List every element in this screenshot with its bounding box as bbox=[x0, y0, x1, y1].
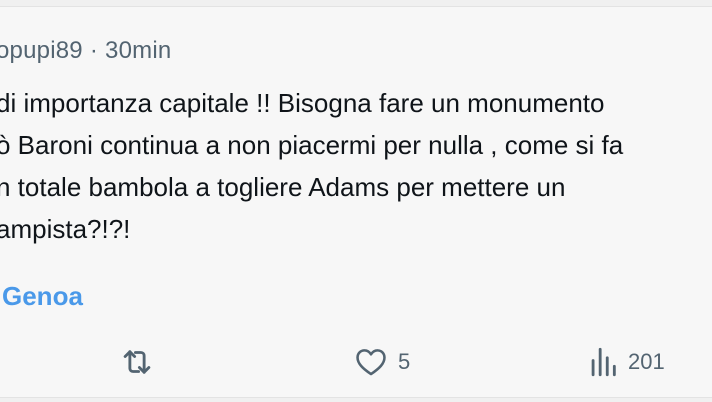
tweet-timestamp[interactable]: 30min bbox=[105, 37, 171, 64]
tweet-card[interactable]: opupi89 · 30min di importanza capitale !! … bbox=[0, 6, 712, 398]
hashtag-link[interactable]: Genoa bbox=[2, 281, 83, 312]
views-button[interactable]: 201 bbox=[588, 343, 665, 381]
like-button[interactable]: 5 bbox=[354, 343, 410, 381]
views-count: 201 bbox=[628, 349, 665, 374]
tweet-text-line: di importanza capitale !! Bisogna fare u… bbox=[0, 88, 605, 118]
heart-icon bbox=[354, 345, 388, 379]
like-count: 5 bbox=[398, 349, 411, 374]
retweet-button[interactable] bbox=[118, 343, 166, 381]
retweet-icon bbox=[118, 343, 156, 381]
tweet-text-line: n totale bambola a togliere Adams per me… bbox=[0, 172, 566, 202]
header-separator: · bbox=[89, 37, 99, 64]
user-handle[interactable]: opupi89 bbox=[0, 37, 83, 64]
tweet-text-line: ampista?!?! bbox=[0, 214, 131, 244]
tweet-text: di importanza capitale !! Bisogna fare u… bbox=[0, 82, 712, 250]
views-chart-icon bbox=[588, 345, 618, 379]
tweet-text-line: ò Baroni continua a non piacermi per nul… bbox=[0, 130, 624, 160]
tweet-header: opupi89 · 30min bbox=[0, 37, 171, 65]
